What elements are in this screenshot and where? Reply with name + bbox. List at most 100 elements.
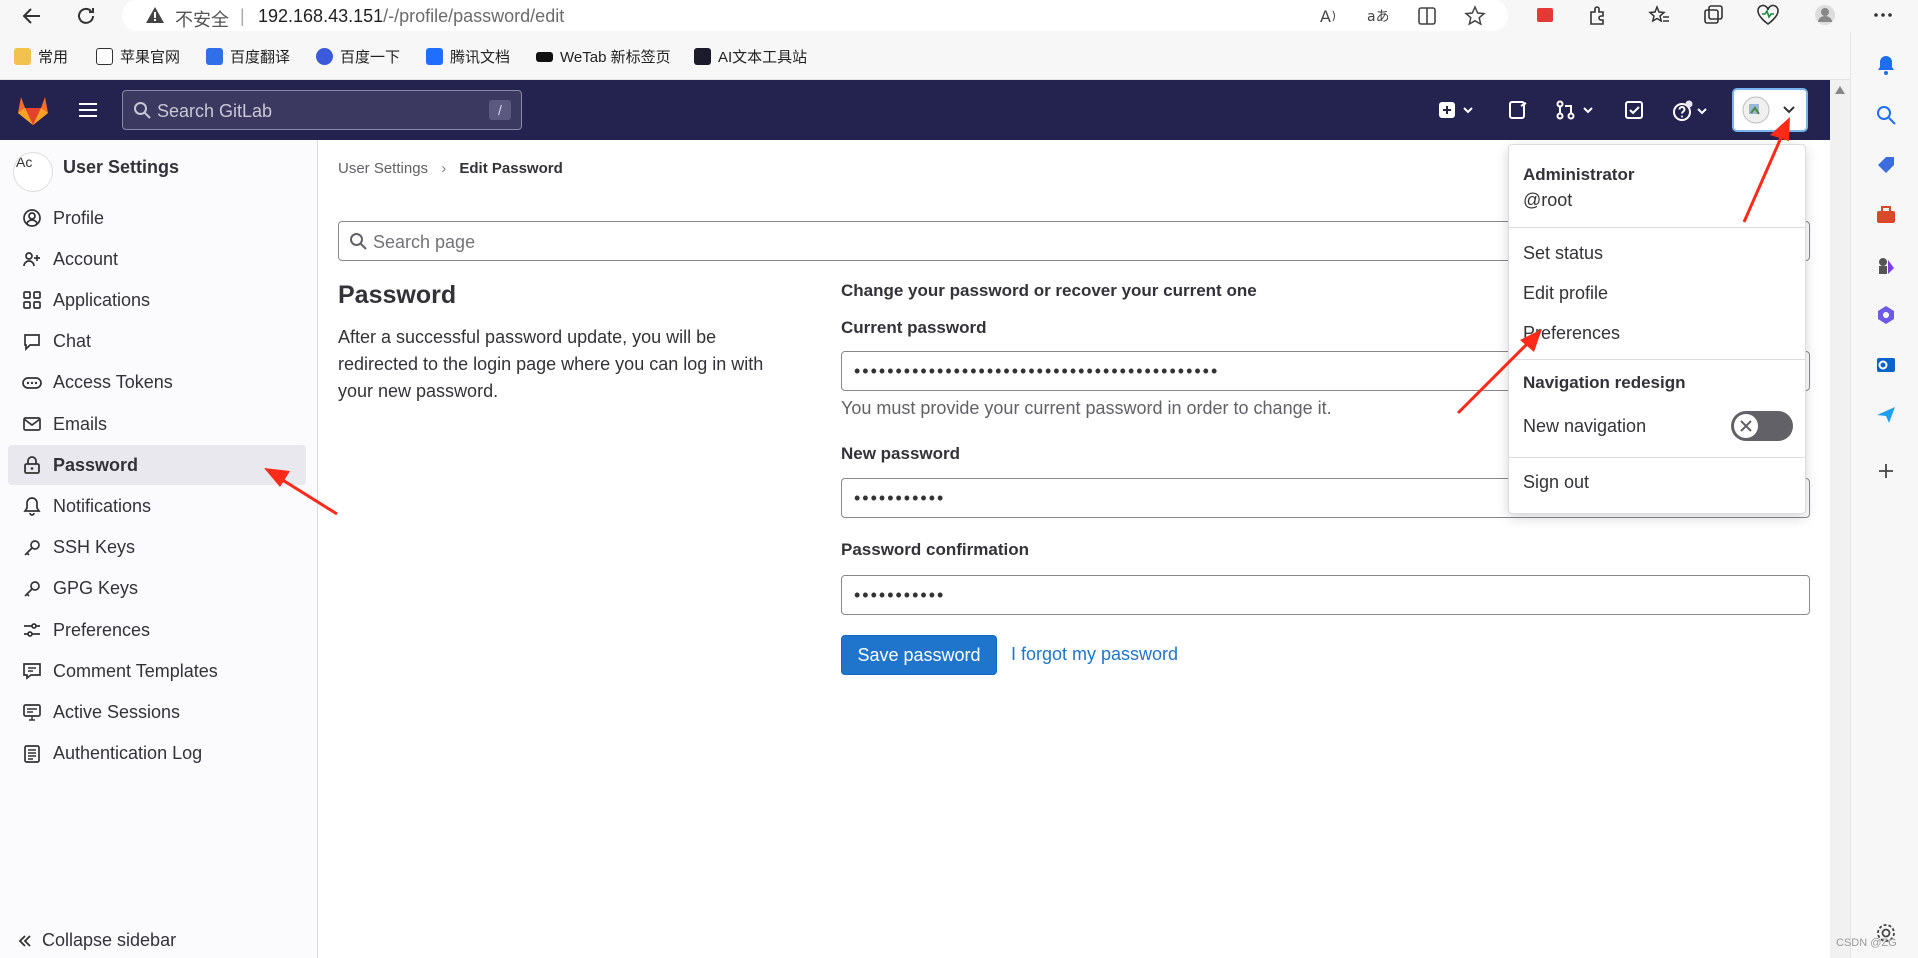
sidebar-item-emails[interactable]: Emails <box>8 404 306 444</box>
sidebar-item-label: Comment Templates <box>53 660 218 681</box>
collections-icon[interactable] <box>1702 4 1724 26</box>
double-chevron-left-icon <box>18 934 32 948</box>
new-password-label: New password <box>841 444 961 463</box>
translate-icon[interactable]: aあ <box>1366 5 1388 27</box>
set-status-item[interactable]: Set status <box>1523 243 1603 264</box>
insecure-label: 不安全 <box>175 10 229 30</box>
breadcrumb-parent-link[interactable]: User Settings <box>338 160 428 177</box>
bookmark-item[interactable]: WeTab 新标签页 <box>536 46 671 67</box>
gitlab-search-input[interactable]: Search GitLab / <box>122 90 522 130</box>
sidebar-item-gpg-keys[interactable]: GPG Keys <box>8 569 306 609</box>
address-bar[interactable]: 不安全 | 192.168.43.151/-/profile/password/… <box>122 0 1508 31</box>
search-icon <box>349 232 367 250</box>
sidebar-item-access-tokens[interactable]: Access Tokens <box>8 363 306 403</box>
bookmark-folder[interactable]: 常用 <box>14 46 68 67</box>
token-icon <box>22 373 42 393</box>
sidebar-item-active-sessions[interactable]: Active Sessions <box>8 692 306 732</box>
bookmark-item[interactable]: AI文本工具站 <box>694 46 807 67</box>
sidebar-item-label: Preferences <box>53 619 151 640</box>
sidebar-item-authentication-log[interactable]: Authentication Log <box>8 734 306 774</box>
sidebar-item-notifications[interactable]: Notifications <box>8 486 306 526</box>
baidu-translate-icon <box>206 48 223 65</box>
browser-toolbar: 不安全 | 192.168.43.151/-/profile/password/… <box>0 0 1918 32</box>
new-navigation-toggle[interactable] <box>1731 411 1793 441</box>
new-navigation-label: New navigation <box>1523 416 1647 436</box>
split-screen-icon[interactable] <box>1416 5 1438 27</box>
sidebar-item-label: Chat <box>53 331 92 352</box>
shopping-tag-icon[interactable] <box>1875 154 1897 176</box>
sidebar-item-chat[interactable]: Chat <box>8 322 306 362</box>
sidebar-item-ssh-keys[interactable]: SSH Keys <box>8 528 306 568</box>
sidebar-item-preferences[interactable]: Preferences <box>8 610 306 650</box>
microsoft365-icon[interactable] <box>1875 304 1897 326</box>
add-icon[interactable] <box>1875 460 1897 482</box>
help-icon[interactable] <box>1672 100 1712 122</box>
profile-icon <box>22 208 42 228</box>
bookmark-item[interactable]: 腾讯文档 <box>426 46 510 67</box>
bookmark-item[interactable]: 百度翻译 <box>206 46 290 67</box>
scroll-up-arrow-icon[interactable] <box>1835 86 1845 94</box>
user-menu-dropdown: Administrator @root Set status Edit prof… <box>1508 144 1806 514</box>
issues-icon[interactable] <box>1508 100 1528 120</box>
favorite-star-icon[interactable] <box>1464 5 1486 27</box>
key-icon <box>22 579 42 599</box>
page-scrollbar[interactable] <box>1830 80 1850 958</box>
menu-hamburger-icon[interactable] <box>77 99 99 121</box>
password-confirmation-field[interactable]: ••••••••••• <box>841 575 1810 615</box>
breadcrumb: User Settings › Edit Password <box>338 160 563 177</box>
copilot-bell-icon[interactable] <box>1875 54 1897 76</box>
key-icon <box>22 538 42 558</box>
bookmark-label: 苹果官网 <box>120 49 181 66</box>
user-avatar-button[interactable] <box>1732 88 1808 132</box>
extension-red-icon[interactable] <box>1534 4 1556 26</box>
menu-divider <box>1509 457 1805 458</box>
save-password-button[interactable]: Save password <box>841 635 997 675</box>
watermark: CSDN @ZG <box>1836 937 1897 949</box>
toggle-off-x-icon <box>1734 414 1758 438</box>
gitlab-logo-icon[interactable] <box>16 94 50 126</box>
reload-icon[interactable] <box>74 4 98 28</box>
comment-icon <box>22 661 42 681</box>
merge-requests-icon[interactable] <box>1556 100 1596 120</box>
todo-checklist-icon[interactable] <box>1624 100 1644 120</box>
avatar <box>1742 96 1770 124</box>
collapse-sidebar-button[interactable]: Collapse sidebar <box>18 930 176 951</box>
browser-essentials-icon[interactable] <box>1756 4 1780 26</box>
bookmark-item[interactable]: 苹果官网 <box>96 46 180 67</box>
favorites-icon[interactable] <box>1648 4 1670 26</box>
games-icon[interactable] <box>1875 254 1897 276</box>
tools-icon[interactable] <box>1875 204 1897 226</box>
preferences-item[interactable]: Preferences <box>1523 323 1620 344</box>
back-icon[interactable] <box>20 4 44 28</box>
bookmark-label: AI文本工具站 <box>718 49 808 66</box>
sidebar-item-label: Profile <box>53 207 105 228</box>
more-icon[interactable] <box>1872 4 1894 26</box>
sign-out-item[interactable]: Sign out <box>1523 472 1589 493</box>
forgot-password-link[interactable]: I forgot my password <box>1011 644 1178 665</box>
menu-divider <box>1509 359 1805 360</box>
current-password-label: Current password <box>841 318 987 337</box>
extensions-icon[interactable] <box>1586 4 1608 26</box>
sidebar-item-comment-templates[interactable]: Comment Templates <box>8 651 306 691</box>
bookmarks-bar: 常用 苹果官网 百度翻译 百度一下 腾讯文档 WeTab 新标签页 AI文本工具… <box>0 32 1860 80</box>
warning-icon <box>145 6 165 24</box>
outlook-icon[interactable] <box>1875 354 1897 376</box>
search-icon[interactable] <box>1875 104 1897 126</box>
search-shortcut-key: / <box>489 100 511 120</box>
send-icon[interactable] <box>1875 404 1897 426</box>
bookmark-item[interactable]: 百度一下 <box>316 46 400 67</box>
sidebar-item-account[interactable]: Account <box>8 239 306 279</box>
sidebar-item-password[interactable]: Password <box>8 445 306 486</box>
password-confirmation-label: Password confirmation <box>841 540 1029 559</box>
read-aloud-icon[interactable]: A <box>1318 5 1340 27</box>
sidebar-item-profile[interactable]: Profile <box>8 198 306 238</box>
profile-icon-browser[interactable] <box>1814 4 1836 26</box>
create-new-icon[interactable] <box>1438 100 1478 120</box>
edit-profile-item[interactable]: Edit profile <box>1523 283 1608 304</box>
tencent-docs-icon <box>426 48 443 65</box>
separator: | <box>240 6 245 26</box>
chat-icon <box>22 332 42 352</box>
sidebar-item-applications[interactable]: Applications <box>8 280 306 320</box>
sidebar-item-label: SSH Keys <box>53 537 136 558</box>
sidebar-item-label: Access Tokens <box>53 372 173 393</box>
